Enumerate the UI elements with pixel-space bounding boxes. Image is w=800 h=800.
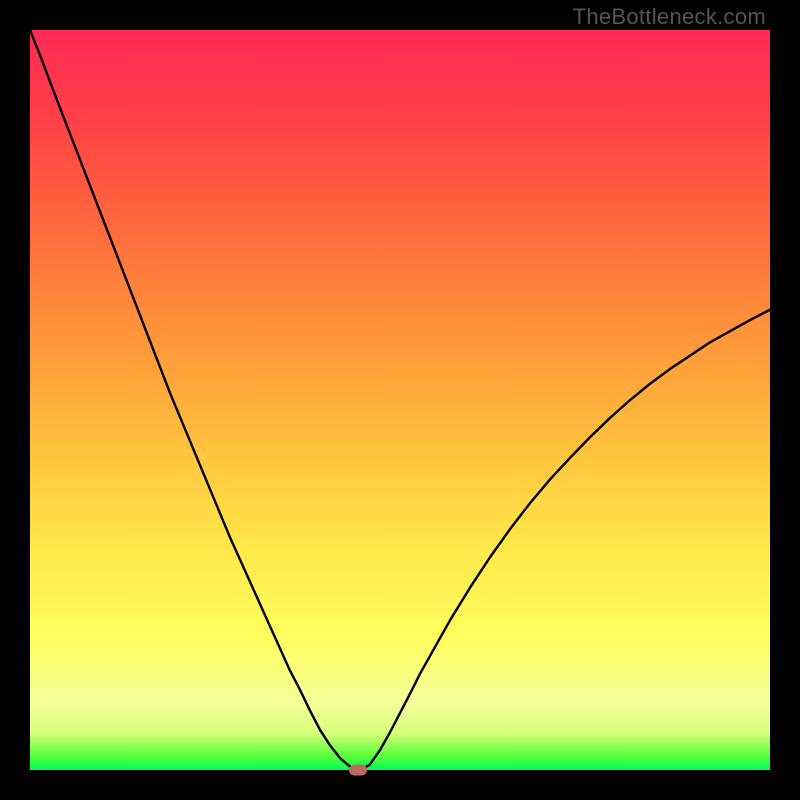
chart-frame: TheBottleneck.com: [0, 0, 800, 800]
curve-svg: [30, 30, 770, 770]
bottleneck-curve: [30, 30, 770, 770]
min-marker: [349, 765, 367, 776]
watermark-text: TheBottleneck.com: [573, 4, 766, 30]
plot-area: [30, 30, 770, 770]
